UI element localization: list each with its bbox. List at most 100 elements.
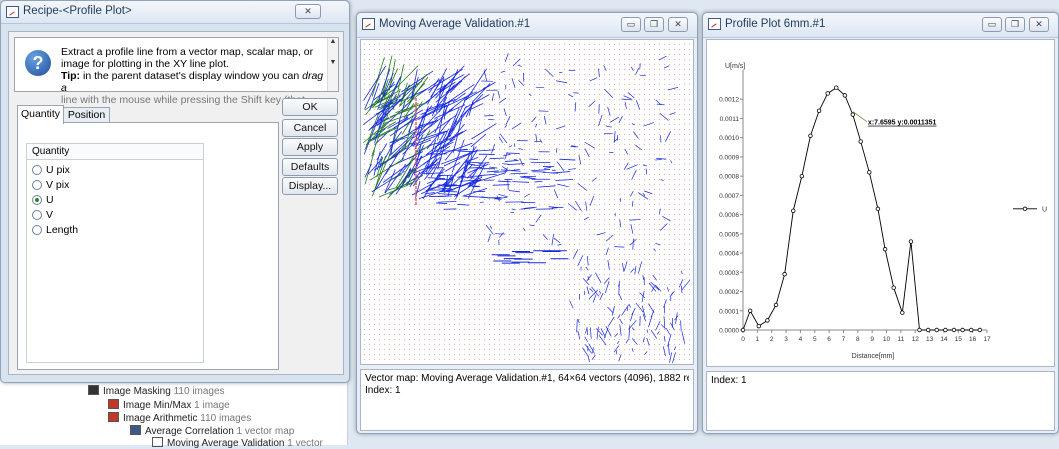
y-tick-label: 0.0011 [720,116,740,123]
x-axis-label: Distance[mm] [852,353,895,360]
vector-map-icon [362,18,375,30]
radio-v[interactable] [32,210,42,220]
option-v[interactable]: V [32,209,53,223]
dialog-close-button[interactable]: ✕ [295,4,321,19]
annotation-leader [853,112,867,122]
y-axis-label: U[m/s] [725,63,745,70]
y-tick-label: 0.0012 [719,97,739,104]
y-tick-label: 0.0010 [719,135,739,142]
tab-panel: Quantity U pix V pix U V Length [17,122,279,370]
radio-u[interactable] [32,195,42,205]
x-tick-label: 2 [770,336,774,343]
series-point [926,328,930,332]
legend-label: U [1042,206,1047,213]
series-point [952,328,956,332]
option-u[interactable]: U [32,194,54,208]
plot-minimize-button[interactable]: ▭ [982,17,1002,32]
series-point [843,94,847,98]
image-arithmetic-icon [108,412,119,422]
vector-window-title: Moving Average Validation.#1 [379,18,530,30]
y-tick-label: 0.0003 [719,270,739,277]
option-v-pix[interactable]: V pix [32,179,69,193]
defaults-button[interactable]: Defaults [282,158,338,176]
plot-window-icon [708,18,721,30]
plot-canvas[interactable]: U[m/s]Distance[mm]0.00000.00010.00020.00… [706,39,1055,367]
plot-window-titlebar[interactable]: Profile Plot 6mm.#1 ▭ ❐ ✕ [703,13,1058,38]
tab-position[interactable]: Position [63,107,110,123]
restore-button[interactable]: ❐ [644,17,664,32]
annotation-label: x:7.6595 y:0.0011351 [868,120,937,127]
y-tick-label: 0.0009 [719,154,739,161]
series-point [969,328,973,332]
average-correlation-icon [130,425,141,435]
close-button[interactable]: ✕ [668,17,688,32]
series-point [868,171,872,175]
radio-u-pix[interactable] [32,165,42,175]
profile-plot-window: Profile Plot 6mm.#1 ▭ ❐ ✕ U[m/s] Distance… [702,12,1059,434]
x-tick-label: 9 [870,336,874,343]
series-point [901,311,905,315]
image-masking-icon [88,385,99,395]
tab-quantity[interactable]: Quantity [17,105,64,124]
project-tree: Image Masking 110 images Image Min/Max 1… [0,380,348,445]
tree-item-moving-average[interactable]: Moving Average Validation 1 vector [152,437,323,449]
info-scrollbar[interactable]: ▲▼ [327,38,338,91]
x-tick-label: 1 [756,336,760,343]
series-point [826,92,830,96]
tab-bar: Quantity Position [17,105,279,123]
dialog-titlebar[interactable]: Recipe-<Profile Plot> ✕ [1,1,349,24]
series-point [961,328,965,332]
x-tick-label: 13 [926,336,934,343]
series-point [834,86,838,90]
option-length[interactable]: Length [32,224,78,238]
plot-restore-button[interactable]: ❐ [1005,17,1025,32]
tree-item-image-masking[interactable]: Image Masking 110 images [88,385,225,397]
series-point [741,328,745,332]
x-tick-label: 14 [940,336,948,343]
quantity-list: Quantity U pix V pix U V Length [26,143,204,363]
x-tick-label: 10 [883,336,891,343]
series-point [809,134,813,138]
series-point [800,174,804,178]
y-tick-label: 0.0005 [719,231,739,238]
option-u-pix[interactable]: U pix [32,164,70,178]
help-icon: ? [25,50,51,76]
tree-item-image-minmax[interactable]: Image Min/Max 1 image [108,399,230,411]
x-tick-label: 7 [842,336,846,343]
info-box: ? Extract a profile line from a vector m… [14,37,339,92]
vector-map-window: Moving Average Validation.#1 ▭ ❐ ✕ Vecto… [356,12,698,434]
vector-map-canvas[interactable] [360,39,694,365]
plot-close-button[interactable]: ✕ [1029,17,1049,32]
series-line-U [743,88,980,330]
series-point [791,209,795,213]
series-point [876,207,880,211]
radio-length[interactable] [32,225,42,235]
series-point [783,272,787,276]
dialog-body: ? Extract a profile line from a vector m… [8,31,344,375]
display-button[interactable]: Display... [282,177,338,195]
ok-button[interactable]: OK [282,98,338,116]
x-tick-label: 6 [827,336,831,343]
plot-window-title: Profile Plot 6mm.#1 [725,18,825,30]
series-point [892,286,896,290]
series-point [909,240,913,244]
legend-marker [1023,207,1027,211]
y-tick-label: 0.0000 [719,328,739,335]
minimize-button[interactable]: ▭ [621,17,641,32]
vector-status-panel: Vector map: Moving Average Validation.#1… [360,369,694,431]
radio-v-pix[interactable] [32,180,42,190]
cancel-button[interactable]: Cancel [282,119,338,137]
x-tick-label: 0 [741,336,745,343]
x-tick-label: 15 [955,336,963,343]
x-tick-label: 16 [969,336,977,343]
vector-window-titlebar[interactable]: Moving Average Validation.#1 ▭ ❐ ✕ [357,13,697,38]
apply-button[interactable]: Apply [282,138,338,156]
dialog-title: Recipe-<Profile Plot> [23,5,132,17]
tree-item-image-arithmetic[interactable]: Image Arithmetic 110 images [108,412,251,424]
y-tick-label: 0.0002 [719,289,739,296]
series-point [935,328,939,332]
tree-item-average-correlation[interactable]: Average Correlation 1 vector map [130,425,294,437]
profile-line-chart: U[m/s]Distance[mm]0.00000.00010.00020.00… [707,40,1055,367]
series-point [859,140,863,144]
series-point [757,324,761,328]
